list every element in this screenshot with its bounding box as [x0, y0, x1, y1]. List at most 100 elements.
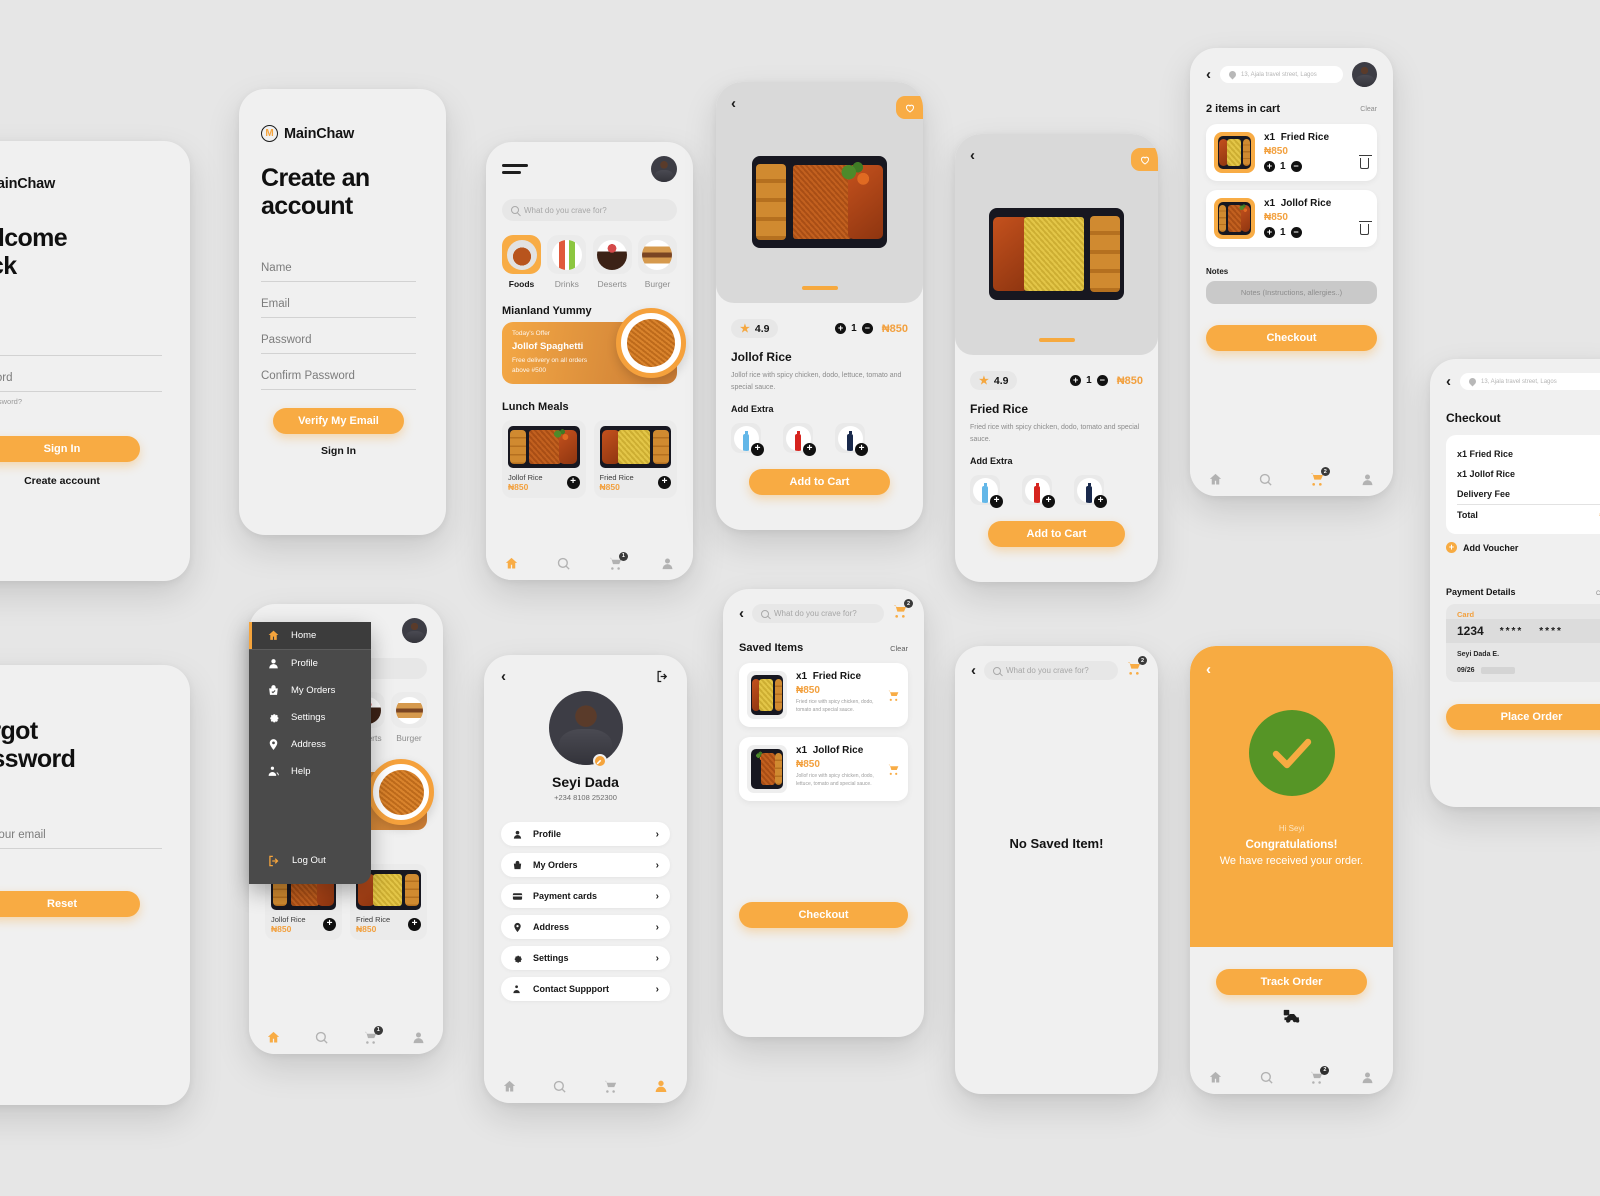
drawer-item-profile[interactable]: Profile	[249, 650, 371, 677]
nav-search[interactable]	[552, 1079, 567, 1094]
quantity-stepper[interactable]: + 1 −	[1070, 375, 1108, 386]
add-extra-icon[interactable]: +	[855, 443, 868, 457]
saved-item-row[interactable]: x1 Jollof Rice ₦850 Jollof rice with spi…	[739, 737, 908, 801]
checkout-button[interactable]: Checkout	[1206, 325, 1377, 351]
sign-in-button[interactable]: Sign In	[0, 436, 140, 462]
extra-dark-bottle[interactable]: +	[1074, 475, 1107, 509]
email-field[interactable]: Email	[261, 298, 416, 318]
category-burger[interactable]: Burger	[391, 692, 427, 743]
category-drinks[interactable]: Drinks	[547, 235, 587, 289]
notes-input[interactable]: Notes (Instructions, allergies..)	[1206, 281, 1377, 304]
email-field[interactable]: Email	[0, 336, 162, 356]
address-bar[interactable]: 13, Ajala travel street, Lagos	[1460, 373, 1600, 390]
category-burger[interactable]: Burger	[637, 235, 677, 289]
back-button[interactable]: ‹	[731, 96, 736, 111]
add-voucher-icon[interactable]: +	[1446, 542, 1457, 553]
search-input[interactable]: What do you crave for?	[502, 199, 677, 221]
quantity-stepper[interactable]: + 1 −	[1264, 227, 1351, 238]
profile-row-my-orders[interactable]: My Orders ›	[501, 853, 670, 877]
cart-icon-button[interactable]: 2	[892, 599, 913, 624]
extra-dark-bottle[interactable]: +	[835, 423, 868, 457]
decrease-quantity-button[interactable]: −	[1290, 227, 1302, 238]
name-field[interactable]: Name	[261, 262, 416, 282]
add-extra-icon[interactable]: +	[1094, 495, 1107, 509]
nav-search[interactable]	[1259, 1070, 1274, 1085]
nav-cart[interactable]	[603, 1079, 618, 1094]
drawer-item-help[interactable]: Help	[249, 758, 371, 785]
confirm-password-field[interactable]: Confirm Password	[261, 370, 416, 390]
password-field[interactable]: Password	[0, 372, 162, 392]
add-extra-icon[interactable]: +	[751, 443, 764, 457]
nav-cart[interactable]: 1	[608, 551, 628, 571]
delete-item-button[interactable]	[1359, 155, 1372, 169]
edit-avatar-button[interactable]	[592, 754, 607, 768]
logout-icon[interactable]	[655, 669, 670, 684]
reset-button[interactable]: Reset	[0, 891, 140, 917]
nav-home[interactable]	[502, 1079, 517, 1094]
forgot-password-link[interactable]: Forgot password?	[0, 397, 162, 406]
add-to-cart-icon[interactable]: +	[323, 918, 336, 931]
nav-profile[interactable]	[1360, 472, 1375, 487]
back-button[interactable]: ‹	[739, 606, 744, 621]
add-to-cart-icon[interactable]	[887, 689, 900, 702]
saved-item-row[interactable]: x1 Fried Rice ₦850 Fried rice with spicy…	[739, 663, 908, 727]
profile-row-profile[interactable]: Profile ›	[501, 822, 670, 846]
add-to-cart-icon[interactable]: +	[658, 476, 671, 489]
drag-handle[interactable]	[801, 286, 838, 290]
nav-search[interactable]	[556, 556, 571, 571]
payment-card[interactable]: Card 1234 **** **** Seyi Dada E. 09/26	[1446, 604, 1600, 682]
profile-row-contact-support[interactable]: Contact Suppport ›	[501, 977, 670, 1001]
place-order-button[interactable]: Place Order	[1446, 704, 1600, 730]
nav-profile[interactable]	[660, 556, 675, 571]
nav-home[interactable]	[266, 1030, 281, 1045]
nav-cart[interactable]: 1	[363, 1025, 383, 1045]
drawer-item-my-orders[interactable]: My Orders	[249, 677, 371, 704]
category-foods[interactable]: Foods	[502, 235, 541, 289]
back-button[interactable]: ‹	[970, 148, 1143, 163]
add-extra-icon[interactable]: +	[803, 443, 816, 457]
decrease-quantity-button[interactable]: −	[1096, 375, 1108, 386]
email-field[interactable]: Enter your email	[0, 829, 162, 849]
nav-search[interactable]	[314, 1030, 329, 1045]
add-extra-icon[interactable]: +	[1042, 495, 1055, 509]
search-input[interactable]: What do you crave for?	[752, 604, 884, 623]
hamburger-menu-icon[interactable]	[502, 164, 528, 174]
nav-profile[interactable]	[653, 1078, 669, 1094]
delete-item-button[interactable]	[1359, 221, 1372, 235]
cart-icon-button[interactable]: 2	[1126, 656, 1147, 681]
checkout-button[interactable]: Checkout	[739, 902, 908, 928]
nav-home[interactable]	[1208, 1070, 1223, 1085]
add-to-cart-icon[interactable]	[887, 763, 900, 776]
sign-in-link[interactable]: Sign In	[273, 445, 404, 457]
extra-water-bottle[interactable]: +	[970, 475, 1003, 509]
add-to-cart-icon[interactable]: +	[408, 918, 421, 931]
increase-quantity-button[interactable]: +	[1264, 161, 1275, 172]
create-account-link[interactable]: Create account	[0, 475, 140, 487]
add-extra-icon[interactable]: +	[990, 495, 1003, 509]
quantity-stepper[interactable]: + 1 −	[1264, 161, 1351, 172]
add-to-cart-icon[interactable]: +	[566, 476, 580, 489]
drawer-item-settings[interactable]: Settings	[249, 704, 371, 731]
decrease-quantity-button[interactable]: −	[861, 323, 873, 334]
category-deserts[interactable]: Deserts	[592, 235, 632, 289]
nav-cart[interactable]: 2	[1309, 1065, 1330, 1085]
profile-row-payment-cards[interactable]: Payment cards ›	[501, 884, 670, 908]
profile-row-settings[interactable]: Settings ›	[501, 946, 670, 970]
avatar[interactable]	[651, 156, 677, 182]
nav-search[interactable]	[1258, 472, 1273, 487]
profile-row-address[interactable]: Address ›	[501, 915, 670, 939]
favorite-button[interactable]	[1131, 148, 1158, 171]
clear-cart-button[interactable]: Clear	[1360, 106, 1377, 113]
track-order-button[interactable]: Track Order	[1216, 969, 1367, 995]
meal-card[interactable]: Fried Rice ₦850 +	[593, 420, 677, 498]
clear-saved-button[interactable]: Clear	[890, 644, 908, 653]
add-to-cart-button[interactable]: Add to Cart	[749, 469, 890, 496]
password-field[interactable]: Password	[261, 334, 416, 354]
address-bar[interactable]: 13, Ajala travel street, Lagos	[1220, 66, 1343, 83]
increase-quantity-button[interactable]: +	[1070, 375, 1082, 386]
verify-email-button[interactable]: Verify My Email	[273, 408, 404, 434]
nav-home[interactable]	[1208, 472, 1223, 487]
back-button[interactable]: ‹	[1206, 67, 1211, 82]
avatar[interactable]	[548, 691, 623, 765]
back-button[interactable]: ‹	[1446, 374, 1451, 389]
